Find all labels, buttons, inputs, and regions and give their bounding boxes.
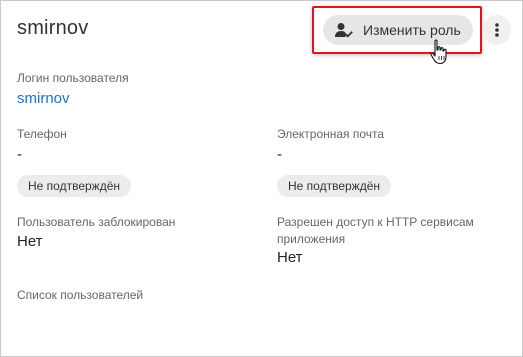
- page-title: smirnov: [17, 17, 89, 39]
- login-link[interactable]: smirnov: [17, 90, 70, 107]
- user-card: smirnov Изменить роль Логин пользователя…: [0, 0, 523, 357]
- http-access-label-line1: Разрешен доступ к HTTP сервисам: [277, 215, 474, 229]
- email-status-chip: Не подтверждён: [277, 175, 391, 197]
- user-list-label: Список пользователей: [17, 288, 144, 302]
- hand-pointer-icon: [430, 39, 447, 65]
- phone-status-chip: Не подтверждён: [17, 175, 131, 197]
- user-check-icon: [335, 22, 353, 38]
- login-label: Логин пользователя: [17, 71, 129, 85]
- email-label: Электронная почта: [277, 127, 385, 141]
- blocked-value: Нет: [17, 233, 43, 250]
- phone-label: Телефон: [17, 127, 67, 141]
- change-role-button[interactable]: Изменить роль: [323, 15, 473, 45]
- more-vertical-icon: [495, 23, 499, 37]
- email-value: -: [277, 146, 282, 163]
- blocked-label: Пользователь заблокирован: [17, 215, 176, 229]
- more-menu-button[interactable]: [483, 15, 511, 45]
- change-role-label: Изменить роль: [363, 22, 461, 38]
- phone-value: -: [17, 146, 22, 163]
- http-access-value: Нет: [277, 249, 303, 266]
- http-access-label-line2: приложения: [277, 232, 346, 246]
